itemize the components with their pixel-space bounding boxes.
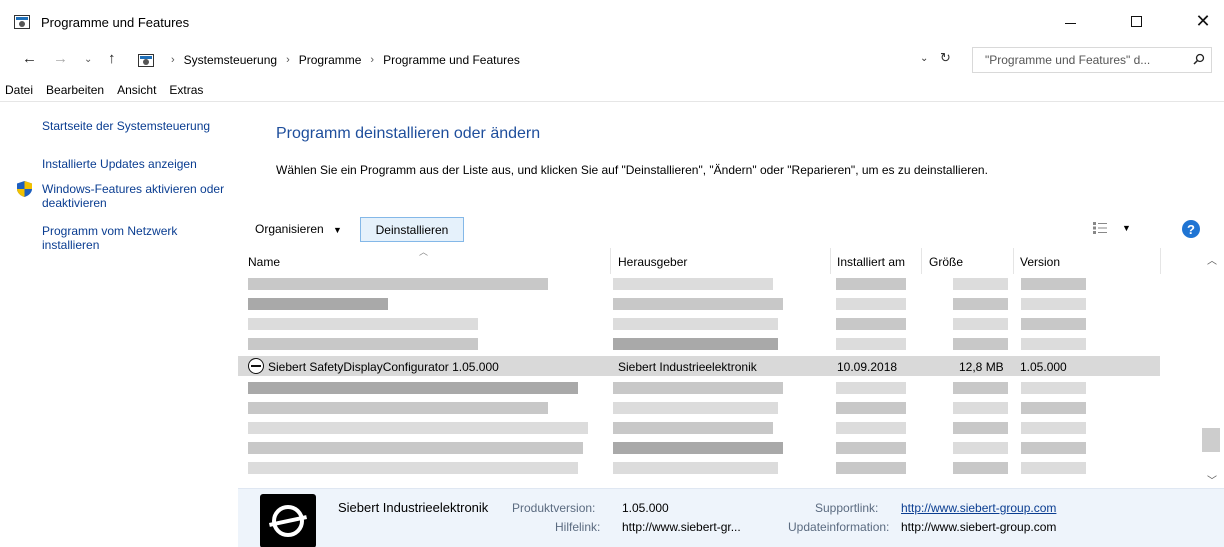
- menu-item-ansicht[interactable]: Ansicht: [117, 80, 156, 100]
- uac-shield-icon: [17, 181, 32, 197]
- view-options-icon[interactable]: [1093, 222, 1107, 234]
- organize-label: Organisieren: [255, 222, 324, 236]
- page-title: Programm deinstallieren oder ändern: [276, 125, 541, 142]
- back-arrow-icon[interactable]: ←: [22, 50, 37, 67]
- window-title: Programme und Features: [41, 15, 190, 30]
- cell-name: Siebert SafetyDisplayConfigurator 1.05.0…: [268, 360, 499, 374]
- siebert-logo-icon: [260, 494, 316, 547]
- details-help-label: Hilfelink:: [555, 520, 601, 534]
- details-publisher: Siebert Industrieelektronik: [338, 500, 489, 515]
- column-divider[interactable]: [830, 248, 831, 274]
- details-product-version-label: Produktversion:: [512, 501, 596, 515]
- details-help-link[interactable]: http://www.siebert-gr...: [622, 520, 741, 534]
- scroll-down-chevron-icon[interactable]: ﹀: [1207, 472, 1217, 487]
- list-item-blurred[interactable]: [238, 334, 1160, 354]
- details-product-version: 1.05.000: [622, 501, 669, 515]
- control-panel-icon: [14, 15, 30, 29]
- cell-installed: 10.09.2018: [837, 360, 898, 374]
- maximize-button[interactable]: [1113, 6, 1159, 36]
- list-scrollbar[interactable]: ︿ ﹀: [1200, 244, 1224, 488]
- siebert-logo-icon: [248, 358, 264, 374]
- details-pane: Siebert Industrieelektronik Produktversi…: [238, 488, 1224, 547]
- breadcrumb-separator[interactable]: ›: [171, 54, 175, 66]
- search-input[interactable]: "Programme und Features" d...: [972, 47, 1212, 73]
- list-rows: Siebert SafetyDisplayConfigurator 1.05.0…: [238, 274, 1200, 488]
- sort-ascending-icon: ︿: [419, 247, 429, 257]
- toolbar: Organisieren ▼ Deinstallieren ▼ ?: [238, 214, 1224, 244]
- list-item-blurred[interactable]: [238, 294, 1160, 314]
- cell-size: 12,8 MB: [959, 360, 1004, 374]
- recent-locations-chevron-icon[interactable]: ⌄: [84, 54, 92, 65]
- details-update-link[interactable]: http://www.siebert-group.com: [901, 520, 1056, 534]
- column-header-version[interactable]: Version: [1020, 255, 1060, 269]
- list-item-blurred[interactable]: [238, 398, 1160, 418]
- breadcrumb-item-programme-und-features[interactable]: Programme und Features: [383, 53, 520, 67]
- list-item-blurred[interactable]: [238, 438, 1160, 458]
- menu-bar: Datei Bearbeiten Ansicht Extras: [0, 80, 1224, 100]
- column-divider[interactable]: [610, 248, 611, 274]
- list-item-blurred[interactable]: [238, 458, 1160, 478]
- minimize-button[interactable]: [1047, 6, 1093, 36]
- column-header-installed[interactable]: Installiert am: [837, 255, 905, 269]
- column-divider[interactable]: [1013, 248, 1014, 274]
- list-item-blurred[interactable]: [238, 314, 1160, 334]
- address-bar: ← → ⌄ ↑ › Systemsteuerung › Programme › …: [0, 44, 1224, 76]
- menu-item-datei[interactable]: Datei: [5, 80, 33, 100]
- list-item-blurred[interactable]: [238, 274, 1160, 294]
- list-item-blurred[interactable]: [238, 378, 1160, 398]
- cell-publisher: Siebert Industrieelektronik: [618, 360, 757, 374]
- breadcrumb-item-systemsteuerung[interactable]: Systemsteuerung: [184, 53, 277, 67]
- breadcrumb[interactable]: › Systemsteuerung › Programme › Programm…: [132, 47, 966, 73]
- chevron-down-icon: ▼: [333, 225, 342, 235]
- control-panel-icon: [138, 53, 154, 67]
- column-divider[interactable]: [921, 248, 922, 274]
- refresh-icon[interactable]: ↻: [940, 50, 951, 66]
- column-header-publisher[interactable]: Herausgeber: [618, 255, 687, 269]
- uninstall-button[interactable]: Deinstallieren: [360, 217, 464, 242]
- scrollbar-thumb[interactable]: [1202, 428, 1220, 452]
- menu-item-extras[interactable]: Extras: [169, 80, 203, 100]
- breadcrumb-separator[interactable]: ›: [370, 54, 374, 66]
- details-update-label: Updateinformation:: [788, 520, 890, 534]
- list-header: ︿ Name Herausgeber Installiert am Größe …: [238, 244, 1224, 274]
- menu-item-bearbeiten[interactable]: Bearbeiten: [46, 80, 104, 100]
- list-item-selected[interactable]: Siebert SafetyDisplayConfigurator 1.05.0…: [238, 356, 1160, 376]
- help-icon[interactable]: ?: [1182, 220, 1200, 238]
- list-item-blurred[interactable]: [238, 418, 1160, 438]
- cell-version: 1.05.000: [1020, 360, 1067, 374]
- sidebar: Startseite der Systemsteuerung Installie…: [0, 102, 238, 547]
- page-description: Wählen Sie ein Programm aus der Liste au…: [276, 163, 988, 177]
- sidebar-link-home[interactable]: Startseite der Systemsteuerung: [42, 119, 210, 133]
- up-arrow-icon[interactable]: ↑: [108, 50, 116, 67]
- breadcrumb-item-programme[interactable]: Programme: [299, 53, 362, 67]
- program-list[interactable]: ︿ Name Herausgeber Installiert am Größe …: [238, 244, 1224, 488]
- view-chevron-down-icon[interactable]: ▼: [1122, 223, 1131, 233]
- sidebar-link-installed-updates[interactable]: Installierte Updates anzeigen: [42, 157, 197, 171]
- search-placeholder: "Programme und Features" d...: [985, 53, 1151, 67]
- details-support-label: Supportlink:: [815, 501, 879, 515]
- scroll-up-chevron-icon[interactable]: ︿: [1207, 252, 1217, 267]
- sidebar-link-network-install[interactable]: Programm vom Netzwerk installieren: [42, 224, 227, 252]
- column-header-size[interactable]: Größe: [929, 255, 963, 269]
- close-button[interactable]: ✕: [1180, 6, 1224, 36]
- organize-button[interactable]: Organisieren ▼: [255, 222, 342, 236]
- sidebar-link-windows-features[interactable]: Windows-Features aktivieren oder deaktiv…: [42, 182, 227, 210]
- search-icon[interactable]: [1193, 53, 1205, 65]
- breadcrumb-separator[interactable]: ›: [286, 54, 290, 66]
- forward-arrow-icon[interactable]: →: [53, 50, 68, 67]
- column-divider[interactable]: [1160, 248, 1161, 274]
- address-dropdown-chevron-icon[interactable]: ⌄: [920, 53, 928, 64]
- title-bar: Programme und Features ✕: [0, 0, 1224, 42]
- column-header-name[interactable]: Name: [248, 255, 280, 269]
- details-support-link[interactable]: http://www.siebert-group.com: [901, 501, 1056, 515]
